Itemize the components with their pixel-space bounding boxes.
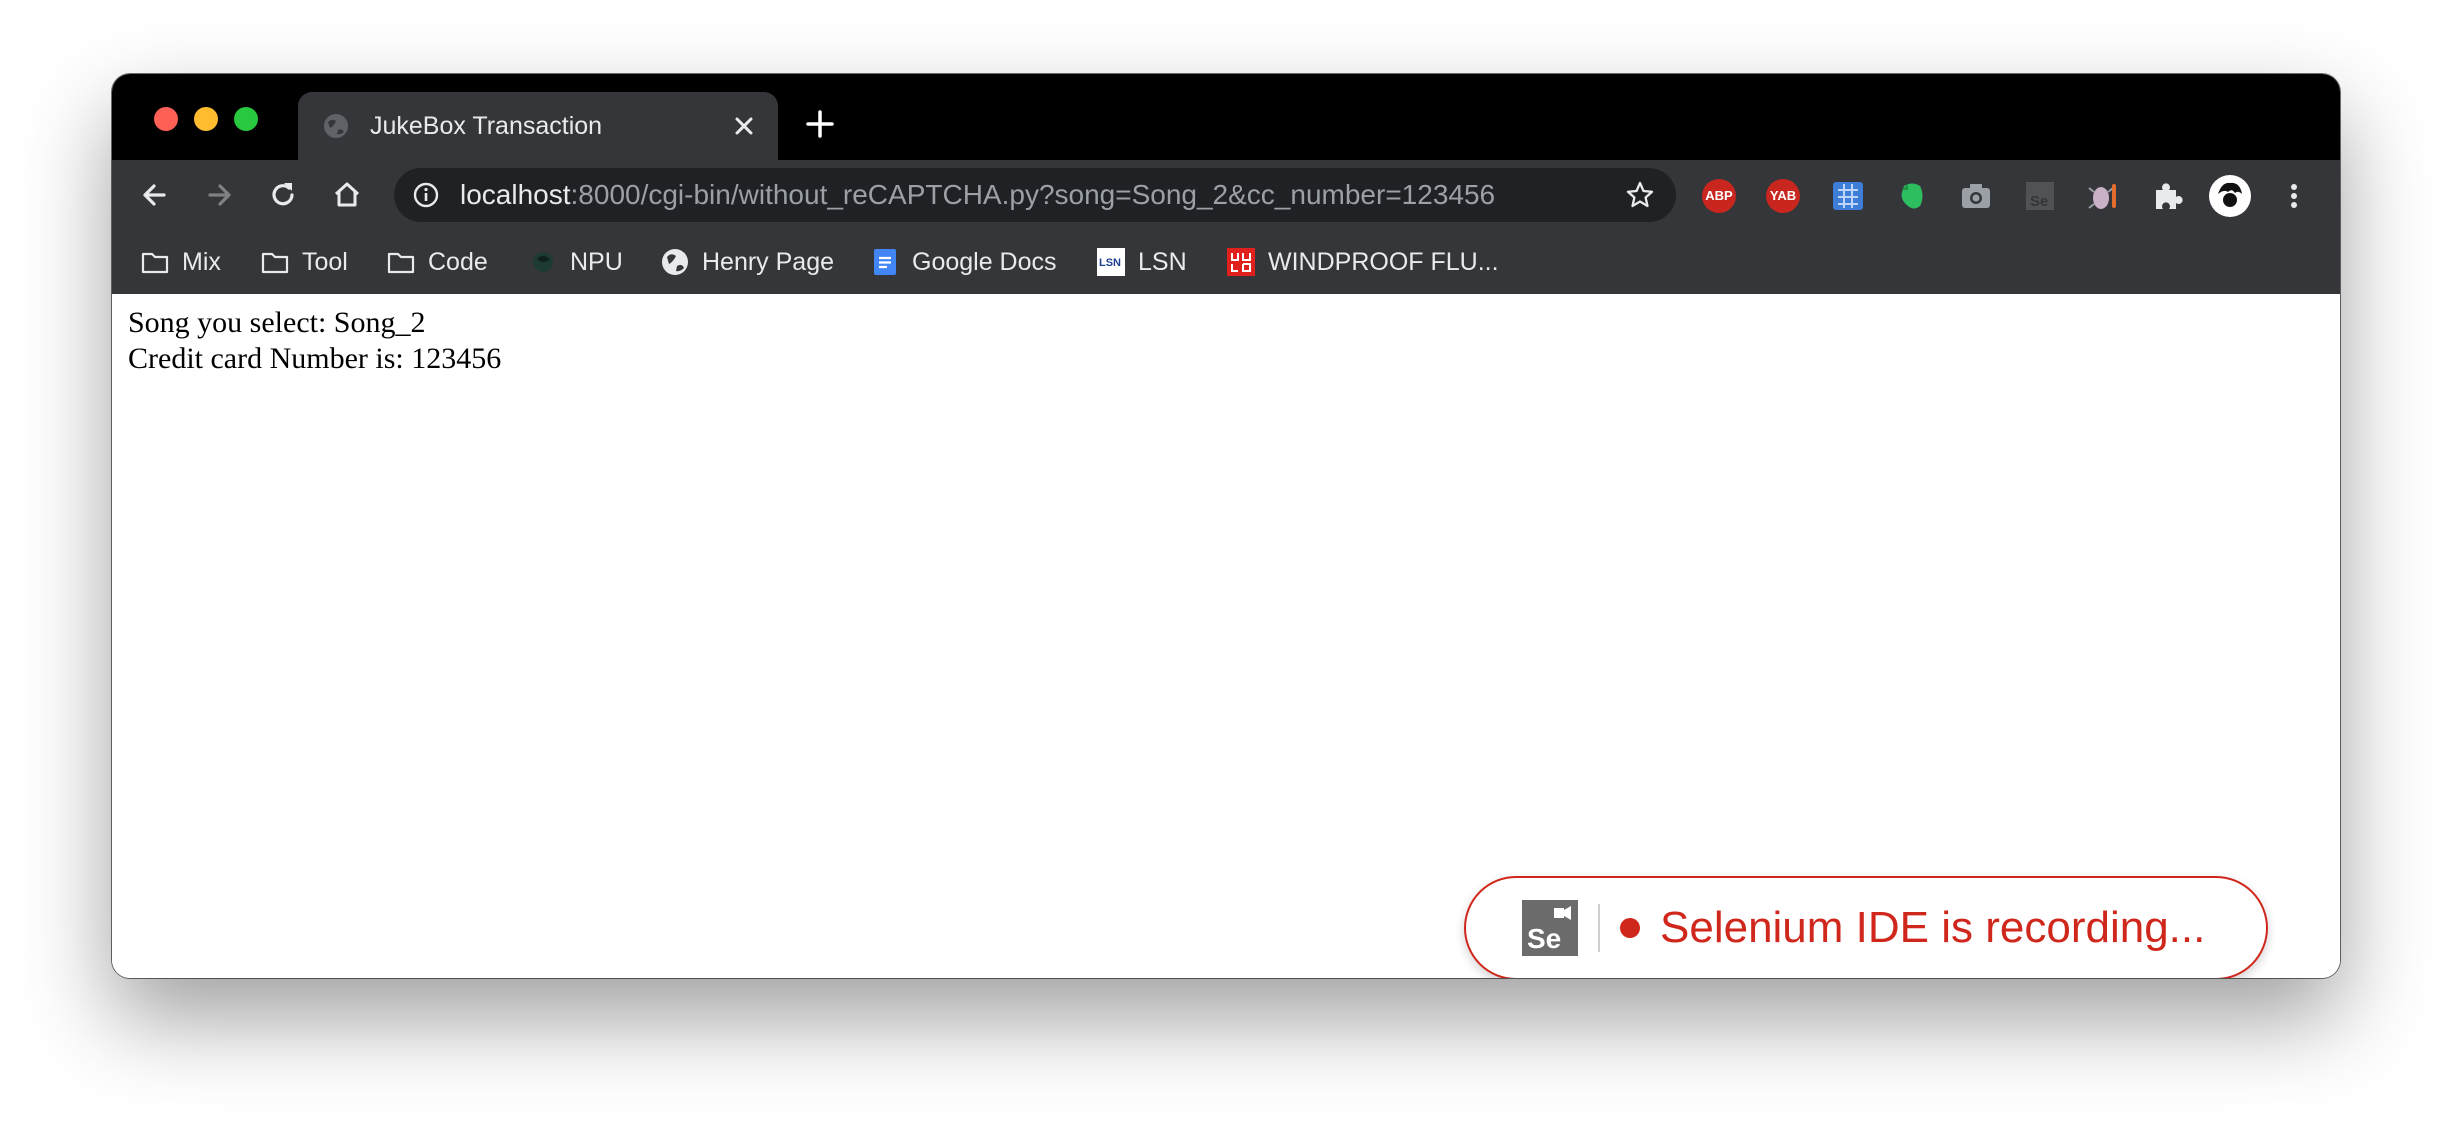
selenium-recording-toast: Se Selenium IDE is recording... [1464, 876, 2268, 978]
tab-title: JukeBox Transaction [370, 112, 603, 140]
bookmark-label: Code [428, 247, 488, 276]
address-bar[interactable]: localhost:8000/cgi-bin/without_reCAPTCHA… [394, 168, 1676, 222]
bookmark-folder-mix[interactable]: Mix [140, 244, 221, 280]
maximize-window-button[interactable] [234, 107, 258, 131]
uniqlo-icon [1227, 248, 1255, 276]
toolbar: localhost:8000/cgi-bin/without_reCAPTCHA… [112, 160, 2340, 230]
adblock-plus-icon[interactable]: ABP [1702, 179, 1736, 213]
browser-window: JukeBox Transaction localhost:8000/cgi-b… [112, 74, 2340, 978]
bookmark-label: NPU [570, 247, 623, 276]
close-tab-icon[interactable] [728, 110, 760, 142]
back-icon[interactable] [134, 174, 176, 216]
camera-icon[interactable] [1958, 178, 1994, 214]
recording-dot-icon [1620, 918, 1640, 938]
globe-icon [662, 249, 688, 275]
bookmark-google-docs[interactable]: Google Docs [870, 244, 1057, 280]
song-selection-text: Song you select: Song_2 [128, 306, 426, 339]
tab-strip: JukeBox Transaction [112, 74, 2340, 160]
yab-extension-icon[interactable]: YAB [1766, 179, 1800, 213]
selenium-ide-icon[interactable]: Se [2022, 178, 2058, 214]
translate-extension-icon[interactable] [1830, 178, 1866, 214]
folder-icon [141, 252, 169, 274]
url-host: localhost [460, 179, 571, 210]
svg-text:Se: Se [2030, 193, 2048, 210]
minimize-window-button[interactable] [194, 107, 218, 131]
bookmarks-bar: Mix Tool Code NPU Henry Page Google Docs… [112, 230, 2340, 294]
reload-icon[interactable] [262, 174, 304, 216]
globe-icon [324, 114, 348, 138]
info-icon[interactable] [412, 181, 440, 209]
bookmark-label: Google Docs [912, 247, 1057, 276]
forward-icon[interactable] [198, 174, 240, 216]
evernote-icon[interactable] [1894, 178, 1930, 214]
toast-divider [1598, 904, 1600, 952]
home-icon[interactable] [326, 174, 368, 216]
url-path: :8000/cgi-bin/without_reCAPTCHA.py?song=… [570, 179, 1496, 210]
bookmark-label: Tool [302, 247, 348, 276]
credit-card-text: Credit card Number is: 123456 [128, 342, 502, 375]
google-docs-icon [874, 249, 896, 275]
bookmark-label: WINDPROOF FLU... [1268, 247, 1499, 276]
folder-icon [387, 252, 415, 274]
bug-tool-icon[interactable] [2086, 178, 2122, 214]
tab-jukebox-transaction[interactable]: JukeBox Transaction [298, 92, 778, 160]
bookmark-star-icon[interactable] [1624, 179, 1656, 211]
bookmark-folder-tool[interactable]: Tool [260, 244, 348, 280]
bookmark-windproof[interactable]: WINDPROOF FLU... [1226, 244, 1499, 280]
svg-text:LSN: LSN [1099, 257, 1121, 269]
recording-message: Selenium IDE is recording... [1660, 903, 2206, 952]
extensions-puzzle-icon[interactable] [2150, 178, 2186, 214]
bookmark-npu[interactable]: NPU [528, 244, 623, 280]
bookmark-label: Mix [182, 247, 221, 276]
chrome-menu-icon[interactable] [2276, 178, 2312, 214]
url-text[interactable]: localhost:8000/cgi-bin/without_reCAPTCHA… [460, 179, 1495, 211]
new-tab-icon[interactable] [802, 106, 838, 142]
bookmark-lsn[interactable]: LSN LSN [1096, 244, 1187, 280]
npu-icon [533, 252, 553, 272]
bookmark-label: Henry Page [702, 247, 835, 276]
page-content: Song you select: Song_2 Credit card Numb… [112, 294, 2340, 978]
bookmark-folder-code[interactable]: Code [386, 244, 488, 280]
profile-avatar-icon[interactable] [2208, 174, 2252, 218]
bookmark-henry-page[interactable]: Henry Page [660, 244, 834, 280]
lsn-icon: LSN [1097, 248, 1125, 276]
selenium-ide-logo-icon: Se [1522, 900, 1578, 956]
bookmark-label: LSN [1138, 247, 1187, 276]
folder-icon [261, 252, 289, 274]
se-logo-text: Se [1527, 923, 1561, 954]
close-window-button[interactable] [154, 107, 178, 131]
